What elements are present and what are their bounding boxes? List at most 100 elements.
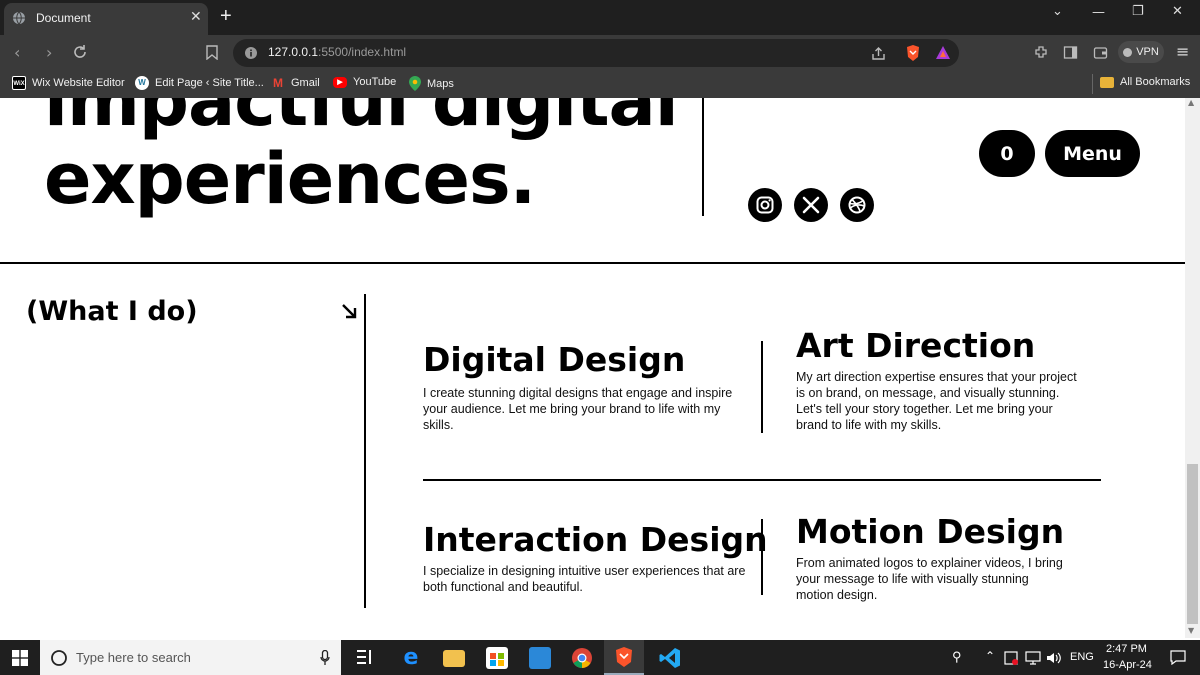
action-center-icon[interactable]: [1170, 650, 1186, 665]
scrollbar-thumb[interactable]: [1187, 464, 1198, 624]
service-title-art-direction: Art Direction: [796, 326, 1036, 365]
service-desc-digital-design: I create stunning digital designs that e…: [423, 386, 733, 432]
volume-icon[interactable]: [1046, 651, 1062, 665]
address-bar-row: ‹ › 127.0.0.1:5500/index.html VPN ≡: [0, 35, 1200, 70]
instagram-icon[interactable]: [748, 188, 782, 222]
taskbar-search[interactable]: Type here to search: [40, 640, 341, 675]
bookmark-label: Maps: [427, 77, 454, 90]
bookmark-wordpress[interactable]: W Edit Page ‹ Site Title...: [135, 76, 264, 90]
brave-shield-icon[interactable]: [905, 44, 921, 62]
mail-icon[interactable]: [529, 647, 551, 669]
arrow-down-right-icon: [342, 304, 357, 319]
section-divider: [0, 262, 1185, 264]
service-desc-motion-design: From animated logos to explainer videos,…: [796, 556, 1063, 602]
microphone-icon[interactable]: [320, 650, 330, 666]
vpn-label: VPN: [1136, 46, 1159, 58]
info-icon[interactable]: [245, 47, 257, 59]
page-scrollbar[interactable]: ▲ ▼: [1185, 98, 1200, 638]
vpn-button[interactable]: VPN: [1118, 41, 1164, 63]
restore-icon[interactable]: ❐: [1132, 4, 1144, 19]
tab-title: Document: [36, 11, 91, 25]
menu-button[interactable]: Menu: [1045, 130, 1140, 177]
vpn-status-icon: [1123, 47, 1133, 57]
services-row-divider: [423, 479, 1101, 481]
people-icon[interactable]: ⚲: [952, 649, 962, 665]
service-title-motion-design: Motion Design: [796, 512, 1065, 551]
gmail-icon: M: [273, 76, 283, 90]
file-explorer-icon[interactable]: [443, 650, 465, 667]
forward-icon[interactable]: ›: [46, 43, 52, 62]
browser-tab[interactable]: Document ✕: [4, 3, 208, 35]
bookmarks-divider: [1092, 74, 1093, 94]
service-divider: [761, 519, 763, 595]
service-desc-art-direction: My art direction expertise ensures that …: [796, 370, 1077, 432]
folder-icon: [1100, 76, 1114, 88]
vscode-icon[interactable]: [659, 647, 681, 669]
bookmark-label: Gmail: [291, 77, 320, 89]
service-divider: [761, 341, 763, 433]
cart-count-button[interactable]: 0: [979, 130, 1035, 177]
scroll-up-icon[interactable]: ▲: [1188, 98, 1194, 107]
clock-date[interactable]: 16-Apr-24: [1103, 659, 1152, 671]
sidebar-icon[interactable]: [1063, 45, 1078, 60]
scroll-down-icon[interactable]: ▼: [1188, 626, 1194, 635]
bookmark-youtube[interactable]: ▶ YouTube: [333, 76, 396, 88]
windows-taskbar: Type here to search e ⚲ ⌃ ENG 2:47 PM 16…: [0, 640, 1200, 675]
network-icon[interactable]: [1025, 651, 1041, 665]
globe-icon: [13, 11, 25, 25]
section-title: (What I do): [26, 296, 198, 327]
search-icon: [51, 649, 67, 666]
bookmark-icon[interactable]: [206, 45, 218, 60]
clock-time[interactable]: 2:47 PM: [1106, 643, 1147, 655]
bookmarks-bar: WiX Wix Website Editor W Edit Page ‹ Sit…: [0, 70, 1200, 98]
all-bookmarks[interactable]: All Bookmarks: [1100, 76, 1190, 88]
wallet-icon[interactable]: [1093, 45, 1108, 60]
chevron-down-icon[interactable]: ⌄: [1052, 4, 1063, 19]
back-icon[interactable]: ‹: [14, 43, 20, 62]
microsoft-store-icon[interactable]: [486, 647, 508, 669]
chevron-up-icon[interactable]: ⌃: [985, 649, 995, 663]
maps-icon: [409, 76, 421, 91]
bookmark-wix[interactable]: WiX Wix Website Editor: [12, 76, 125, 90]
windows-start-icon[interactable]: [12, 650, 28, 666]
share-icon[interactable]: [871, 46, 886, 61]
notification-tray-icon[interactable]: [1004, 651, 1018, 665]
bookmark-label: Wix Website Editor: [32, 77, 125, 89]
reload-icon[interactable]: [72, 44, 88, 60]
service-title-interaction-design: Interaction Design: [423, 520, 768, 559]
hero-heading-line2: experiences.: [44, 138, 536, 220]
chrome-icon[interactable]: [571, 647, 593, 669]
x-icon[interactable]: [794, 188, 828, 222]
bookmark-label: Edit Page ‹ Site Title...: [155, 77, 264, 89]
youtube-icon: ▶: [333, 76, 347, 88]
close-tab-icon[interactable]: ✕: [190, 9, 202, 25]
dribbble-icon[interactable]: [840, 188, 874, 222]
url-field[interactable]: 127.0.0.1:5500/index.html: [233, 39, 959, 67]
all-bookmarks-label: All Bookmarks: [1120, 76, 1191, 88]
language-indicator[interactable]: ENG: [1070, 651, 1094, 663]
wordpress-icon: W: [135, 76, 149, 90]
window-close-icon[interactable]: ✕: [1172, 4, 1183, 19]
header-divider: [702, 98, 704, 216]
web-page: impactful digital experiences. 0 Menu (W…: [0, 98, 1185, 638]
new-tab-button[interactable]: +: [220, 5, 232, 28]
url-text: 127.0.0.1:5500/index.html: [268, 45, 407, 59]
task-view-icon[interactable]: [356, 649, 374, 666]
minimize-icon[interactable]: —: [1092, 5, 1105, 20]
service-desc-interaction-design: I specialize in designing intuitive user…: [423, 564, 746, 594]
browser-tab-bar: Document ✕ + ⌄ — ❐ ✕: [0, 0, 1200, 35]
extensions-icon[interactable]: [1034, 45, 1049, 60]
wix-icon: WiX: [12, 76, 26, 90]
bookmark-gmail[interactable]: M Gmail: [271, 76, 320, 90]
search-placeholder: Type here to search: [76, 650, 191, 665]
section-vertical-divider: [364, 294, 366, 608]
bookmark-maps[interactable]: Maps: [409, 76, 454, 91]
browser-menu-icon[interactable]: ≡: [1176, 42, 1189, 61]
bookmark-label: YouTube: [353, 76, 397, 88]
brave-rewards-icon[interactable]: [935, 45, 951, 60]
hero-heading-line1: impactful digital: [44, 98, 679, 142]
brave-icon: [616, 647, 632, 667]
brave-taskbar-button[interactable]: [604, 640, 644, 675]
edge-icon[interactable]: e: [400, 647, 422, 669]
service-title-digital-design: Digital Design: [423, 340, 686, 379]
